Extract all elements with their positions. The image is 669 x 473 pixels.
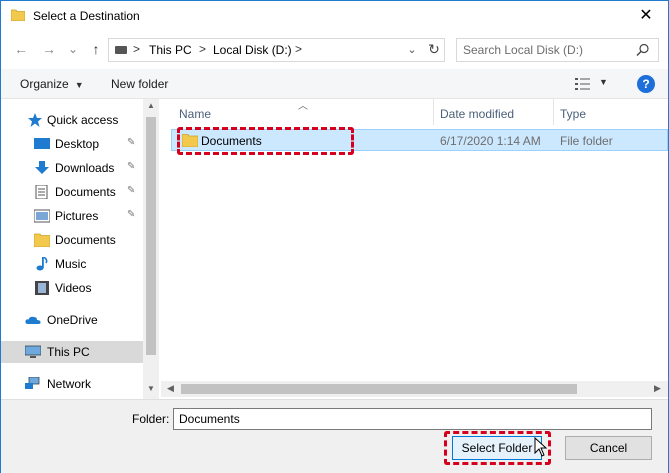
- new-folder-button[interactable]: New folder: [111, 77, 168, 91]
- sidebar-item-this-pc[interactable]: This PC: [1, 341, 143, 363]
- sidebar-item-pictures[interactable]: Pictures ✎: [1, 205, 143, 227]
- sidebar-item-desktop[interactable]: Desktop ✎: [1, 133, 143, 155]
- network-icon: [25, 377, 40, 389]
- window-title: Select a Destination: [33, 9, 140, 23]
- sidebar-item-documents-folder[interactable]: Documents: [1, 229, 143, 251]
- navigation-bar: ← → ⌄ ↑ > This PC > Local Disk (D:) > ⌄ …: [1, 33, 668, 65]
- pin-icon: ✎: [127, 137, 136, 148]
- sidebar-item-quick-access[interactable]: Quick access: [1, 109, 143, 131]
- scroll-down-icon[interactable]: ▼: [146, 384, 156, 393]
- sidebar-item-label: Documents: [55, 233, 116, 247]
- sidebar-item-label: Downloads: [55, 161, 115, 175]
- up-button[interactable]: ↑: [86, 39, 106, 59]
- address-bar[interactable]: > This PC > Local Disk (D:) > ⌄ ↻: [108, 38, 445, 62]
- organize-label: Organize: [20, 77, 69, 91]
- annotation-highlight: [177, 127, 354, 155]
- view-options-icon[interactable]: [575, 77, 593, 91]
- download-icon: [35, 161, 49, 174]
- back-button[interactable]: ←: [11, 39, 31, 59]
- search-input[interactable]: [463, 42, 633, 58]
- sidebar-item-label: Music: [55, 257, 87, 271]
- pictures-icon: [34, 209, 50, 223]
- sidebar-item-label: Desktop: [55, 137, 100, 151]
- computer-icon: [25, 345, 41, 358]
- cancel-button[interactable]: Cancel: [565, 436, 652, 460]
- desktop-icon: [34, 138, 50, 149]
- column-label: Name: [179, 107, 212, 121]
- file-list: ︿ Name Date modified Type Documents 6/17…: [161, 99, 668, 399]
- horizontal-scrollbar[interactable]: ◀ ▶: [161, 381, 668, 397]
- folder-field[interactable]: [173, 408, 652, 430]
- breadcrumb-chevron[interactable]: >: [133, 42, 140, 56]
- column-header-date[interactable]: Date modified: [434, 99, 553, 129]
- breadcrumb-this-pc[interactable]: This PC: [149, 43, 192, 57]
- column-label: Date modified: [440, 107, 515, 121]
- sidebar-item-onedrive[interactable]: OneDrive: [1, 309, 143, 331]
- organize-menu[interactable]: Organize ▼: [20, 77, 84, 91]
- sidebar-item-videos[interactable]: Videos: [1, 277, 143, 299]
- sidebar-item-downloads[interactable]: Downloads ✎: [1, 157, 143, 179]
- sidebar-item-label: Network: [47, 377, 92, 391]
- scroll-left-icon[interactable]: ◀: [167, 383, 174, 394]
- title-bar[interactable]: Select a Destination ✕: [1, 1, 668, 31]
- close-button[interactable]: ✕: [634, 5, 658, 27]
- refresh-icon[interactable]: ↻: [425, 41, 443, 58]
- column-header-type[interactable]: Type: [554, 99, 664, 129]
- drive-icon: [115, 46, 127, 54]
- breadcrumb-chevron[interactable]: >: [199, 42, 206, 56]
- file-date-modified: 6/17/2020 1:14 AM: [440, 134, 541, 148]
- star-icon: [28, 113, 42, 127]
- mouse-cursor-icon: [534, 437, 548, 457]
- scroll-right-icon[interactable]: ▶: [654, 383, 661, 394]
- address-dropdown-icon[interactable]: ⌄: [405, 43, 419, 56]
- documents-icon: [35, 185, 48, 199]
- help-icon[interactable]: ?: [637, 75, 655, 93]
- sidebar-item-label: OneDrive: [47, 313, 98, 327]
- videos-icon: [35, 281, 49, 295]
- column-header-name[interactable]: Name: [171, 99, 433, 129]
- music-icon: [36, 257, 48, 271]
- folder-icon: [11, 9, 25, 21]
- file-type: File folder: [560, 134, 613, 148]
- sidebar-item-documents[interactable]: Documents ✎: [1, 181, 143, 203]
- recent-locations-button[interactable]: ⌄: [63, 39, 83, 59]
- folder-label: Folder:: [132, 412, 170, 426]
- search-box[interactable]: [456, 38, 659, 62]
- pin-icon: ✎: [127, 209, 136, 220]
- folder-icon: [34, 233, 50, 247]
- breadcrumb-local-disk[interactable]: Local Disk (D:): [213, 43, 292, 57]
- sidebar-item-label: Documents: [55, 185, 116, 199]
- command-toolbar: Organize ▼ New folder ▼ ?: [1, 69, 668, 99]
- pin-icon: ✎: [127, 185, 136, 196]
- pin-icon: ✎: [127, 161, 136, 172]
- sidebar-item-label: This PC: [47, 345, 90, 359]
- navigation-pane: Quick access Desktop ✎ Downloads ✎ Docum…: [1, 99, 143, 399]
- scroll-up-icon[interactable]: ▲: [146, 101, 156, 110]
- sidebar-item-label: Pictures: [55, 209, 99, 223]
- onedrive-icon: [25, 316, 41, 324]
- search-icon[interactable]: [636, 43, 650, 57]
- forward-button[interactable]: →: [39, 39, 59, 59]
- sidebar-item-music[interactable]: Music: [1, 253, 143, 275]
- sidebar-scrollbar[interactable]: ▲ ▼: [143, 99, 159, 399]
- column-label: Type: [560, 107, 587, 121]
- breadcrumb-chevron[interactable]: >: [295, 42, 302, 56]
- select-destination-dialog: Select a Destination ✕ ← → ⌄ ↑ > This PC…: [0, 0, 669, 473]
- horizontal-scroll-thumb[interactable]: [181, 384, 577, 394]
- sidebar-scroll-thumb[interactable]: [146, 117, 156, 355]
- view-caret-icon[interactable]: ▼: [599, 77, 608, 87]
- dialog-footer: Folder: Select Folder Cancel: [1, 399, 668, 473]
- caret-down-icon: ▼: [74, 80, 84, 90]
- sidebar-item-label: Quick access: [47, 113, 119, 127]
- sidebar-item-label: Videos: [55, 281, 92, 295]
- sidebar-item-network[interactable]: Network: [1, 373, 143, 395]
